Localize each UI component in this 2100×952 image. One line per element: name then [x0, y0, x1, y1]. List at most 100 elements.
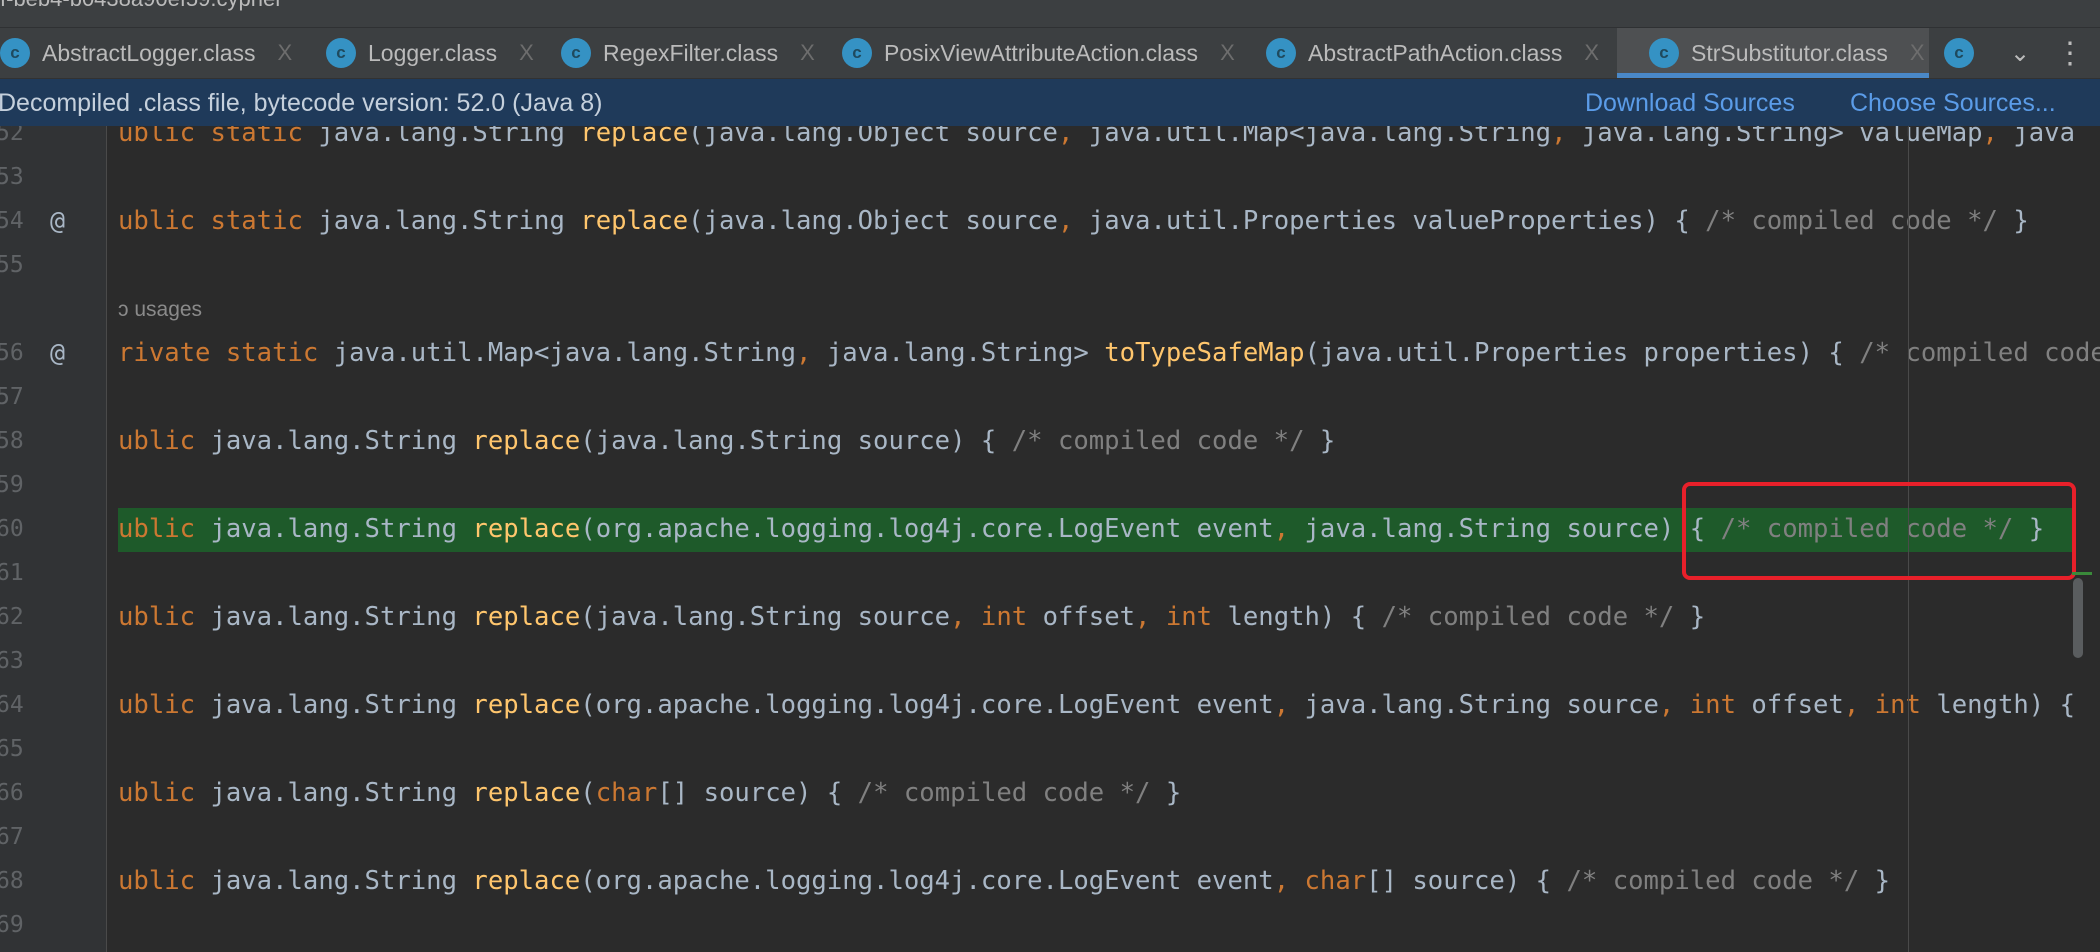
- code-token: int: [1165, 602, 1228, 632]
- code-token: rivate static: [118, 338, 334, 368]
- close-icon[interactable]: X: [278, 40, 293, 66]
- code-token: ,: [1273, 690, 1305, 720]
- code-token: replace: [472, 690, 581, 720]
- code-text: rivate static java.util.Map<java.lang.St…: [118, 338, 2100, 368]
- tab-abstract-path-action[interactable]: c AbstractPathAction.class X: [1266, 28, 1599, 78]
- close-icon[interactable]: X: [800, 40, 815, 66]
- code-line[interactable]: 58 ublic java.lang.String replace(java.la…: [0, 420, 2100, 464]
- code-line[interactable]: 68 ublic java.lang.String replace(org.apa…: [0, 860, 2100, 904]
- code-line[interactable]: 54 @ ublic static java.lang.String replace…: [0, 200, 2100, 244]
- code-token: /* compiled code */: [1859, 338, 2100, 368]
- code-token: java.lang.String: [210, 514, 473, 544]
- code-text: ublic java.lang.String replace(org.apach…: [118, 690, 2075, 720]
- code-line[interactable]: 57: [0, 376, 2100, 420]
- code-token: length) {: [1936, 690, 2075, 720]
- line-number: 56: [0, 340, 24, 366]
- code-token: java.lang.String: [318, 126, 581, 148]
- line-number: 61: [0, 560, 24, 586]
- code-line[interactable]: 64 ublic java.lang.String replace(org.apa…: [0, 684, 2100, 728]
- code-token: java.lang.String source) {: [1304, 514, 1721, 544]
- tab-overflow-partial[interactable]: c: [1944, 28, 1986, 78]
- code-token: [] source) {: [1366, 866, 1567, 896]
- line-number: 67: [0, 824, 24, 850]
- code-line[interactable]: 63: [0, 640, 2100, 684]
- code-line[interactable]: 69: [0, 904, 2100, 948]
- line-number: 55: [0, 252, 24, 278]
- code-token: java.util.Map<java.lang.String: [1088, 126, 1552, 148]
- code-token: offset: [1042, 602, 1136, 632]
- code-token: int: [980, 602, 1043, 632]
- line-number: 57: [0, 384, 24, 410]
- close-icon[interactable]: X: [519, 40, 534, 66]
- code-token: char: [595, 778, 658, 808]
- code-line[interactable]: 66 ublic java.lang.String replace(char[] …: [0, 772, 2100, 816]
- more-options-icon[interactable]: ⋮: [2055, 28, 2085, 78]
- line-number: 68: [0, 868, 24, 894]
- class-icon: c: [1266, 38, 1296, 68]
- tab-regex-filter[interactable]: c RegexFilter.class X: [561, 28, 815, 78]
- line-number: 62: [0, 604, 24, 630]
- code-token: replace: [472, 514, 581, 544]
- tab-str-substitutor[interactable]: c StrSubstitutor.class X: [1617, 28, 1929, 78]
- close-icon[interactable]: X: [1584, 40, 1599, 66]
- code-token: (org.apache.logging.log4j.core.LogEvent …: [580, 866, 1274, 896]
- chevron-down-icon[interactable]: ⌄: [2000, 28, 2040, 78]
- tab-posix-view-attribute-action[interactable]: c PosixViewAttributeAction.class X: [842, 28, 1235, 78]
- code-line[interactable]: 55: [0, 244, 2100, 288]
- code-token: ,: [1658, 690, 1690, 720]
- code-token: java: [2013, 126, 2075, 148]
- tab-label: AbstractLogger.class: [42, 39, 256, 66]
- line-number: 58: [0, 428, 24, 454]
- code-token: /* compiled code */: [1566, 866, 1860, 896]
- code-token: }: [1859, 866, 1891, 896]
- close-icon[interactable]: X: [1910, 40, 1925, 66]
- download-sources-link[interactable]: Download Sources: [1585, 89, 1795, 118]
- code-token: (java.lang.String source) {: [580, 426, 1012, 456]
- code-token: java.util.Properties valueProperties) {: [1088, 206, 1706, 236]
- window-title-bar: f-beb4-b0438a90ef59.cypher: [0, 0, 2100, 29]
- code-token: replace: [580, 126, 689, 148]
- code-line[interactable]: 65: [0, 728, 2100, 772]
- code-text: ublic static java.lang.String replace(ja…: [118, 126, 2075, 148]
- code-token: ,: [1273, 514, 1305, 544]
- choose-sources-link[interactable]: Choose Sources...: [1850, 89, 2056, 118]
- code-token: (java.lang.Object source: [688, 126, 1058, 148]
- code-text: ublic java.lang.String replace(java.lang…: [118, 602, 1705, 632]
- code-token: }: [1997, 206, 2029, 236]
- override-annotation-icon[interactable]: @: [50, 338, 65, 367]
- code-token: ,: [1273, 866, 1305, 896]
- override-annotation-icon[interactable]: @: [50, 206, 65, 235]
- annotation-highlight-box: [1682, 482, 2076, 580]
- line-number: 59: [0, 472, 24, 498]
- tab-logger[interactable]: c Logger.class X: [326, 28, 534, 78]
- tab-label: StrSubstitutor.class: [1691, 39, 1888, 66]
- line-number: 66: [0, 780, 24, 806]
- code-line[interactable]: 52 ublic static java.lang.String replace(…: [0, 126, 2100, 156]
- tab-label: RegexFilter.class: [603, 39, 779, 66]
- usages-hint[interactable]: ɔ usages: [118, 298, 202, 322]
- code-token: length) {: [1227, 602, 1382, 632]
- tab-abstract-logger[interactable]: c AbstractLogger.class X: [0, 28, 292, 78]
- close-icon[interactable]: X: [1220, 40, 1235, 66]
- code-token: ublic static: [118, 126, 319, 148]
- line-number: 64: [0, 692, 24, 718]
- code-token: replace: [472, 426, 581, 456]
- code-line[interactable]: 53: [0, 156, 2100, 200]
- code-token: replace: [472, 778, 581, 808]
- line-number: 60: [0, 516, 24, 542]
- class-icon: c: [0, 38, 30, 68]
- code-token: ublic: [118, 514, 211, 544]
- code-token: java.lang.String: [210, 866, 473, 896]
- class-icon: c: [1649, 38, 1679, 68]
- code-line[interactable]: ɔ usages: [0, 288, 2100, 332]
- code-line[interactable]: 62 ublic java.lang.String replace(java.la…: [0, 596, 2100, 640]
- code-token: ,: [950, 602, 981, 632]
- vertical-scrollbar[interactable]: [2073, 578, 2083, 658]
- code-token: replace: [472, 602, 581, 632]
- code-token: (org.apache.logging.log4j.core.LogEvent …: [580, 514, 1274, 544]
- code-token: [] source) {: [657, 778, 858, 808]
- code-line[interactable]: 56 @ rivate static java.util.Map<java.lang…: [0, 332, 2100, 376]
- code-line[interactable]: 67: [0, 816, 2100, 860]
- code-token: (java.lang.String source: [580, 602, 951, 632]
- window-title: f-beb4-b0438a90ef59.cypher: [0, 0, 283, 11]
